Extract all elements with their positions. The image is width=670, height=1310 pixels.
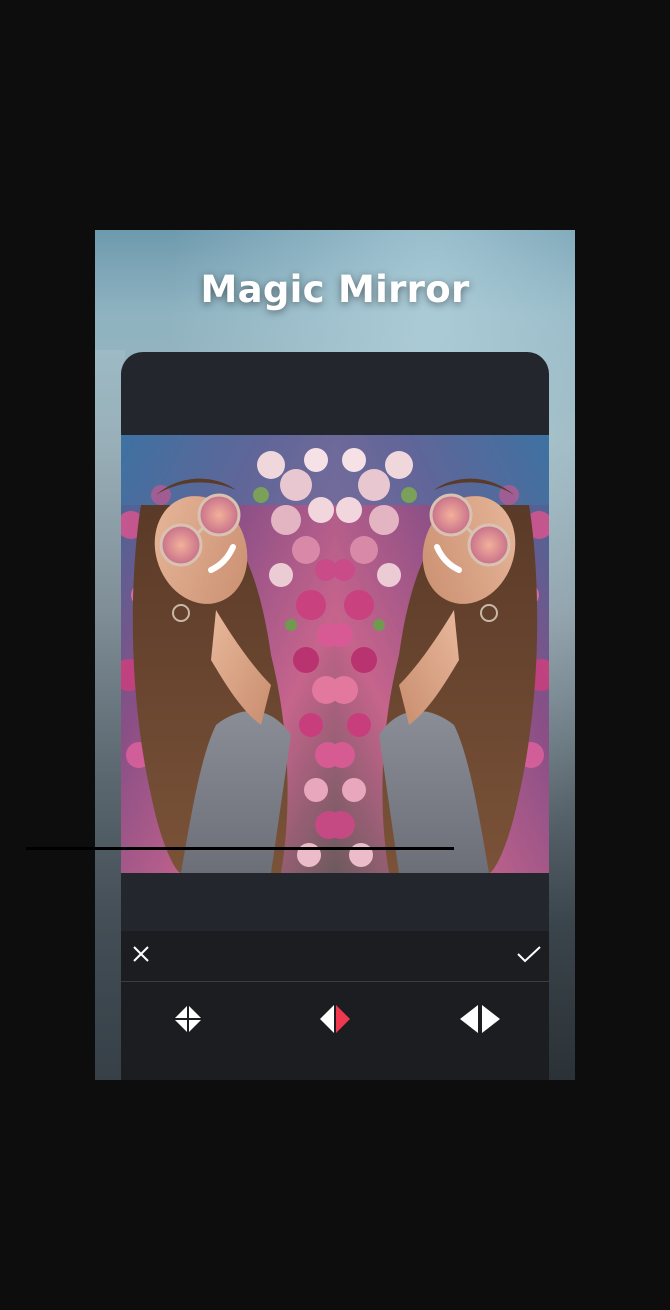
- mode-quad-mirror-button[interactable]: [160, 996, 216, 1046]
- horizontal-flip-icon: [458, 1003, 502, 1039]
- mode-horizontal-flip-button[interactable]: [452, 996, 508, 1046]
- check-icon: [516, 944, 542, 968]
- mirrored-photo: [121, 435, 549, 873]
- app-title: Magic Mirror: [200, 268, 470, 311]
- mode-left-right-mirror-button[interactable]: [307, 996, 363, 1046]
- app-preview-stage: Magic Mirror: [95, 230, 575, 1080]
- phone-screen: [121, 352, 549, 1080]
- editor-action-bar: [121, 931, 549, 982]
- screen-bottom-edge: [26, 847, 454, 850]
- cancel-button[interactable]: [121, 931, 161, 981]
- quad-mirror-icon: [172, 1003, 204, 1039]
- mirror-mode-bar: [121, 982, 549, 1080]
- close-icon: [131, 944, 151, 968]
- left-right-mirror-icon: [318, 1003, 352, 1039]
- confirm-button[interactable]: [509, 931, 549, 981]
